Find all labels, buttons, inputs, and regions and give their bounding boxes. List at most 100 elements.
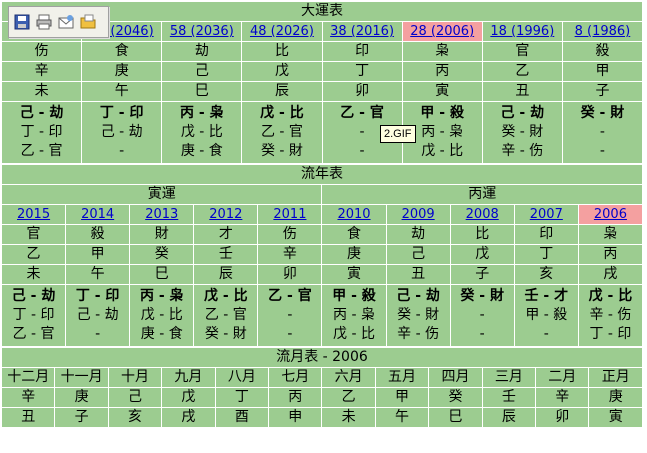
liunian-hidden-stem: 己 - 劫 bbox=[396, 288, 440, 304]
dayun-hidden-stems: 丁 - 印己 - 劫 - bbox=[82, 102, 162, 163]
liunian-stem: 辛 bbox=[258, 245, 322, 264]
dayun-hidden-stems: 丙 - 枭戊 - 比庚 - 食 bbox=[162, 102, 242, 163]
dayun-stem: 庚 bbox=[82, 62, 162, 81]
print-icon[interactable] bbox=[35, 13, 53, 31]
liunian-hidden-stem: 戊 - 比 bbox=[140, 307, 183, 323]
liuyue-month: 三月 bbox=[482, 368, 536, 387]
dayun-ten-god: 官 bbox=[482, 42, 562, 61]
dayun-year[interactable]: 58 (2036) bbox=[162, 22, 242, 41]
folder-icon[interactable] bbox=[79, 13, 97, 31]
dayun-year-link[interactable]: 28 (2006) bbox=[410, 24, 474, 39]
liunian-ten-god: 官 bbox=[2, 225, 66, 244]
liuyue-month: 十一月 bbox=[55, 368, 108, 387]
dayun-hidden-stems: 己 - 劫癸 - 財辛 - 伤 bbox=[482, 102, 562, 163]
liunian-year-link[interactable]: 2008 bbox=[466, 207, 499, 222]
liuyue-branch: 未 bbox=[322, 408, 375, 427]
liuyue-stem: 乙 bbox=[322, 388, 375, 407]
dayun-hidden-stem: 己 - 劫 bbox=[19, 105, 64, 121]
save-icon[interactable] bbox=[13, 13, 31, 31]
dayun-year-link[interactable]: 58 (2036) bbox=[170, 24, 234, 39]
liunian-year[interactable]: 2015 bbox=[2, 205, 66, 224]
liunian-hidden-stems: 壬 - 才甲 - 殺 - bbox=[514, 285, 578, 346]
liuyue-branch: 巳 bbox=[429, 408, 482, 427]
dayun-stem: 己 bbox=[162, 62, 242, 81]
liunian-stem: 庚 bbox=[322, 245, 386, 264]
liunian-ten-god: 伤 bbox=[258, 225, 322, 244]
liunian-year-link[interactable]: 2009 bbox=[402, 207, 435, 222]
liunian-year[interactable]: 2010 bbox=[322, 205, 386, 224]
liuyue-branch: 丑 bbox=[2, 408, 55, 427]
dayun-branch: 午 bbox=[82, 82, 162, 101]
liunian-hidden-stem: - bbox=[287, 326, 293, 342]
dayun-hidden-stem: 甲 - 殺 bbox=[420, 105, 464, 121]
dayun-hidden-stem: 乙 - 官 bbox=[20, 143, 63, 159]
liuyue-branch: 辰 bbox=[482, 408, 536, 427]
dayun-hidden-stem: 癸 - 財 bbox=[501, 124, 544, 140]
dayun-stem: 戊 bbox=[242, 62, 322, 81]
dayun-stem: 乙 bbox=[482, 62, 562, 81]
liunian-hidden-stem: 壬 - 才 bbox=[524, 288, 569, 304]
dayun-year[interactable]: 8 (1986) bbox=[562, 22, 642, 41]
dayun-year-link[interactable]: 18 (1996) bbox=[490, 24, 554, 39]
liunian-hidden-stem: 癸 - 財 bbox=[204, 326, 247, 342]
liunian-year[interactable]: 2011 bbox=[258, 205, 322, 224]
liunian-stem: 甲 bbox=[66, 245, 130, 264]
liunian-year[interactable]: 2007 bbox=[514, 205, 578, 224]
liunian-stem: 癸 bbox=[130, 245, 194, 264]
liuyue-branch: 卯 bbox=[536, 408, 589, 427]
dayun-year[interactable]: 38 (2016) bbox=[322, 22, 402, 41]
dayun-year-link[interactable]: 48 (2026) bbox=[250, 24, 314, 39]
liunian-year-link[interactable]: 2011 bbox=[273, 207, 306, 222]
liuyue-stem: 庚 bbox=[589, 388, 642, 407]
liunian-hidden-stems: 乙 - 官 - - bbox=[258, 285, 322, 346]
liunian-year[interactable]: 2009 bbox=[386, 205, 450, 224]
liuyue-stem: 癸 bbox=[429, 388, 482, 407]
dayun-year-link[interactable]: 8 (1986) bbox=[575, 24, 631, 39]
chart-frame: 大運表 8 (2056)58 (2046)58 (2036)48 (2026)3… bbox=[1, 1, 643, 448]
dayun-hidden-stem: 庚 - 食 bbox=[180, 143, 223, 159]
liunian-branch: 辰 bbox=[194, 265, 258, 284]
dayun-ten-god: 枭 bbox=[402, 42, 482, 61]
liunian-ten-god: 殺 bbox=[66, 225, 130, 244]
liunian-year[interactable]: 2014 bbox=[66, 205, 130, 224]
dayun-year-link[interactable]: 38 (2016) bbox=[330, 24, 394, 39]
dayun-hidden-stem: 己 - 劫 bbox=[100, 124, 143, 140]
email-icon[interactable] bbox=[57, 13, 75, 31]
dayun-year[interactable]: 28 (2006) bbox=[402, 22, 482, 41]
dayun-branch: 未 bbox=[2, 82, 82, 101]
liunian-hidden-stems: 戊 - 比乙 - 官癸 - 財 bbox=[194, 285, 258, 346]
liunian-hidden-stem: 戊 - 比 bbox=[588, 288, 633, 304]
dayun-hidden-stem: 乙 - 官 bbox=[260, 124, 303, 140]
dayun-hidden-stem: - bbox=[599, 124, 605, 140]
liunian-year[interactable]: 2012 bbox=[194, 205, 258, 224]
liunian-group-left: 寅運 bbox=[2, 185, 322, 204]
liunian-year-link[interactable]: 2007 bbox=[530, 207, 563, 222]
liunian-ten-god: 比 bbox=[450, 225, 514, 244]
liunian-year-link[interactable]: 2015 bbox=[17, 207, 50, 222]
dayun-year[interactable]: 48 (2026) bbox=[242, 22, 322, 41]
liunian-year-link[interactable]: 2014 bbox=[81, 207, 114, 222]
liuyue-branch: 亥 bbox=[108, 408, 162, 427]
liuyue-stem: 戊 bbox=[162, 388, 215, 407]
liunian-year-link[interactable]: 2012 bbox=[209, 207, 242, 222]
liunian-year-link[interactable]: 2006 bbox=[594, 207, 627, 222]
liuyue-stem: 辛 bbox=[2, 388, 55, 407]
dayun-hidden-stem: 辛 - 伤 bbox=[501, 143, 544, 159]
liuyue-stem: 甲 bbox=[375, 388, 429, 407]
liunian-year[interactable]: 2013 bbox=[130, 205, 194, 224]
liunian-hidden-stem: - bbox=[543, 326, 549, 342]
liunian-stem: 戊 bbox=[450, 245, 514, 264]
liuyue-month: 四月 bbox=[429, 368, 482, 387]
liunian-year[interactable]: 2008 bbox=[450, 205, 514, 224]
liunian-year-link[interactable]: 2010 bbox=[337, 207, 370, 222]
liunian-hidden-stem: 癸 - 財 bbox=[460, 288, 504, 304]
liunian-year-link[interactable]: 2013 bbox=[145, 207, 178, 222]
dayun-hidden-stem: 丁 - 印 bbox=[99, 105, 144, 121]
liunian-hidden-stem: 甲 - 殺 bbox=[332, 288, 376, 304]
liuyue-month: 十二月 bbox=[2, 368, 55, 387]
liunian-branch: 丑 bbox=[386, 265, 450, 284]
dayun-year[interactable]: 18 (1996) bbox=[482, 22, 562, 41]
dayun-hidden-stem: - bbox=[359, 143, 365, 159]
liunian-year[interactable]: 2006 bbox=[578, 205, 642, 224]
liuyue-branch: 寅 bbox=[589, 408, 642, 427]
